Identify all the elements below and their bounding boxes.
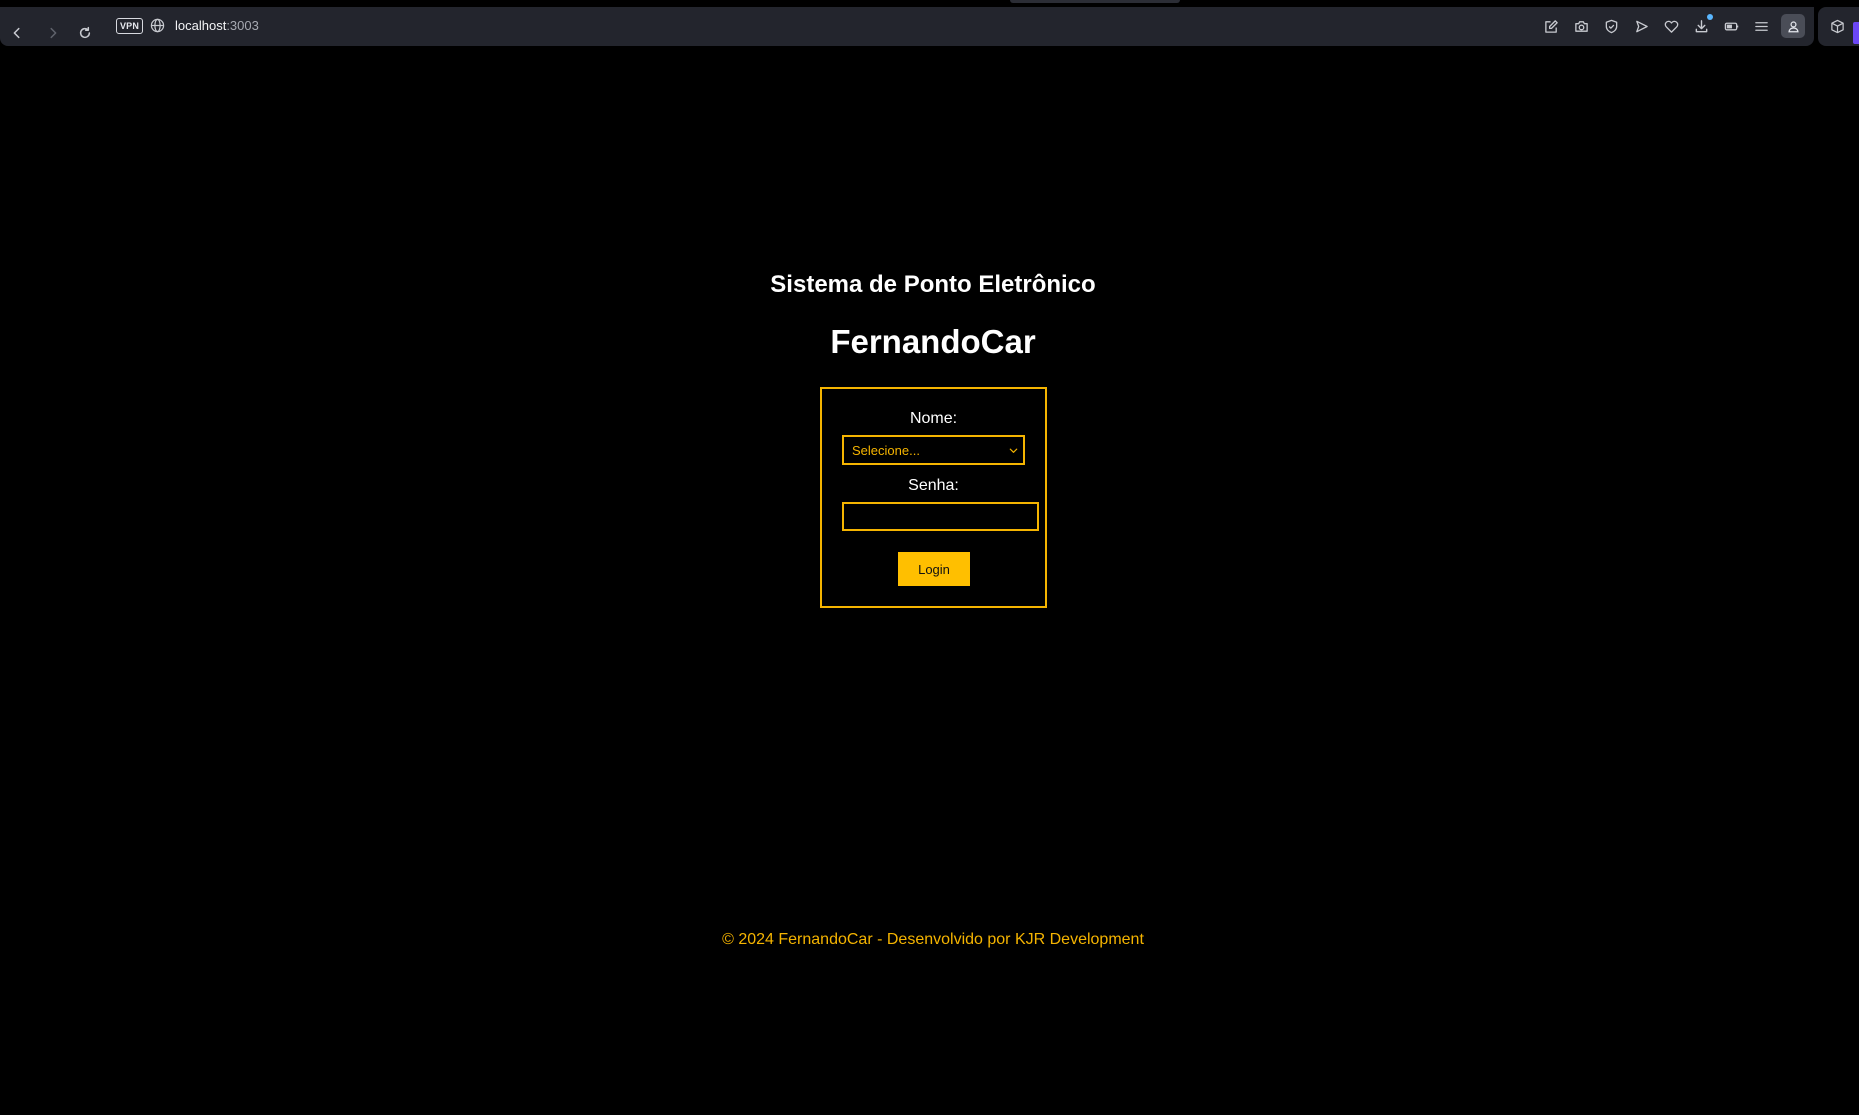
address-bar[interactable]: localhost:3003 — [175, 17, 259, 35]
back-button[interactable] — [6, 22, 28, 44]
profile-button[interactable] — [1781, 14, 1805, 38]
brand-title: FernandoCar — [830, 323, 1036, 360]
footer-text: © 2024 FernandoCar - Desenvolvido por KJ… — [722, 931, 1144, 948]
vpn-badge[interactable]: VPN — [116, 18, 143, 34]
reload-icon — [79, 26, 91, 39]
download-badge — [1707, 14, 1713, 20]
url-port: :3003 — [226, 18, 259, 33]
chevron-left-icon — [13, 27, 20, 39]
password-input[interactable] — [842, 502, 1039, 531]
profile-icon — [1787, 20, 1799, 32]
name-select-value: Selecione... — [852, 442, 920, 458]
cube-icon[interactable] — [1827, 16, 1847, 36]
address-toolbar: VPN localhost:3003 — [0, 7, 1814, 46]
tab-strip — [1010, 0, 1180, 3]
password-label: Senha: — [908, 477, 959, 494]
login-button[interactable]: Login — [898, 552, 970, 586]
edit-icon[interactable] — [1541, 16, 1561, 36]
browser-chrome: VPN localhost:3003 — [0, 0, 1859, 47]
reload-button[interactable] — [74, 22, 96, 44]
shield-icon[interactable] — [1601, 16, 1621, 36]
url-host: localhost — [175, 18, 227, 33]
chevron-right-icon — [50, 27, 57, 39]
forward-button[interactable] — [42, 22, 64, 44]
menu-icon[interactable] — [1751, 16, 1771, 36]
sidebar-strip — [1818, 7, 1859, 46]
name-label: Nome: — [909, 410, 958, 427]
send-icon[interactable] — [1631, 16, 1651, 36]
battery-icon[interactable] — [1721, 16, 1741, 36]
page-content: Sistema de Ponto Eletrônico FernandoCar … — [0, 47, 1859, 1115]
login-form: Nome: Selecione... Senha: Login — [820, 387, 1047, 608]
page-subtitle: Sistema de Ponto Eletrônico — [770, 271, 1096, 298]
camera-icon[interactable] — [1571, 16, 1591, 36]
heart-icon[interactable] — [1661, 16, 1681, 36]
chevron-down-icon — [1009, 448, 1018, 453]
sidebar-accent — [1853, 22, 1859, 44]
globe-icon — [150, 18, 165, 33]
name-select[interactable]: Selecione... — [842, 435, 1025, 465]
